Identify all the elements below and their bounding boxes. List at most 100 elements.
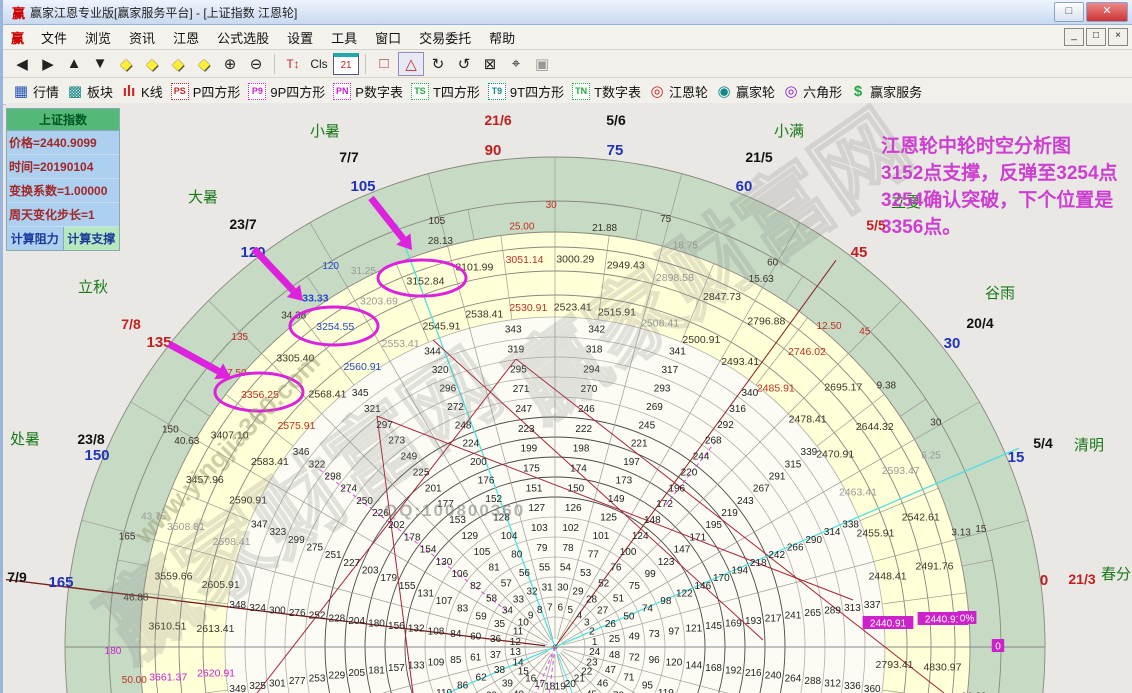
xbox-icon[interactable]: ⊠ <box>478 53 502 75</box>
tool-p-table-icon: PN <box>333 83 351 100</box>
svg-text:151: 151 <box>526 483 543 494</box>
calendar-icon[interactable]: 21 <box>333 53 359 75</box>
down-tri-icon[interactable]: ▼ <box>88 53 112 75</box>
cls-button[interactable]: Cls <box>307 53 331 75</box>
svg-text:349: 349 <box>229 684 246 693</box>
svg-text:193: 193 <box>745 616 762 627</box>
tool-9p-square-button[interactable]: P99P四方形 <box>248 82 325 101</box>
screen-icon[interactable]: ▣ <box>530 53 554 75</box>
menu-item-窗口[interactable]: 窗口 <box>366 26 410 49</box>
svg-text:123: 123 <box>658 557 675 568</box>
square-tool-icon[interactable]: □ <box>372 53 396 75</box>
svg-text:223: 223 <box>518 424 535 435</box>
t-updown-icon[interactable]: T↕ <box>281 53 305 75</box>
svg-text:242: 242 <box>768 550 785 561</box>
diamond-down-icon[interactable]: ◆ <box>192 53 216 75</box>
svg-text:77: 77 <box>588 550 600 561</box>
panel-title: 上证指数 <box>7 109 119 131</box>
mdi-close-button[interactable]: × <box>1108 28 1128 46</box>
svg-text:264: 264 <box>785 673 802 684</box>
menu-item-资讯[interactable]: 资讯 <box>120 26 164 49</box>
panel-row-0: 价格=2440.9099 <box>7 131 119 155</box>
svg-text:32: 32 <box>526 587 538 598</box>
tool-t-square-button[interactable]: TST四方形 <box>411 82 480 101</box>
tool-9t-square-button[interactable]: T99T四方形 <box>488 82 564 101</box>
diamond-left-icon[interactable]: ◆ <box>114 53 138 75</box>
svg-text:23/8: 23/8 <box>77 431 104 447</box>
svg-text:337: 337 <box>864 600 881 611</box>
svg-text:125: 125 <box>600 513 617 524</box>
svg-text:291: 291 <box>769 472 786 483</box>
tool-kline-icon: ılı <box>121 84 137 99</box>
svg-text:2463.41: 2463.41 <box>839 487 877 499</box>
svg-text:40.63: 40.63 <box>174 436 199 447</box>
menu-item-文件[interactable]: 文件 <box>32 26 76 49</box>
svg-text:266: 266 <box>787 543 804 554</box>
svg-text:31.25: 31.25 <box>351 266 376 277</box>
svg-text:120: 120 <box>322 261 339 272</box>
svg-text:192: 192 <box>725 665 742 676</box>
svg-text:0: 0 <box>995 642 1001 653</box>
menu-item-江恩[interactable]: 江恩 <box>164 26 208 49</box>
tool-p-table-button[interactable]: PNP数字表 <box>333 82 403 101</box>
tool-sectors-button[interactable]: ▩板块 <box>67 82 113 101</box>
diamond-up-icon[interactable]: ◆ <box>166 53 190 75</box>
tool-gann-wheel-button[interactable]: ◎江恩轮 <box>649 82 708 101</box>
up-tri-icon[interactable]: ▲ <box>62 53 86 75</box>
tool-9p-square-label: 9P四方形 <box>270 82 325 101</box>
menu-item-帮助[interactable]: 帮助 <box>480 26 524 49</box>
svg-text:20/4: 20/4 <box>966 315 993 331</box>
center-target-icon[interactable]: ⌖ <box>504 53 528 75</box>
zoom-in-icon[interactable]: ⊕ <box>218 53 242 75</box>
restore-button[interactable]: □ <box>1054 2 1084 22</box>
svg-text:105: 105 <box>429 216 446 227</box>
mdi-restore-button[interactable]: □ <box>1086 28 1106 46</box>
diamond-right-icon[interactable]: ◆ <box>140 53 164 75</box>
svg-text:149: 149 <box>608 494 625 505</box>
menu-item-交易委托[interactable]: 交易委托 <box>410 26 480 49</box>
prev-icon[interactable]: ◀ <box>10 53 34 75</box>
calc-support-button[interactable]: 计算支撑 <box>64 227 120 250</box>
svg-text:2: 2 <box>589 627 595 638</box>
close-button[interactable]: ✕ <box>1086 2 1128 22</box>
triangle-tool-icon[interactable]: △ <box>398 52 424 76</box>
svg-text:80: 80 <box>511 550 523 561</box>
tool-t-table-button[interactable]: TNT数字表 <box>572 82 641 101</box>
svg-text:33.33: 33.33 <box>302 292 328 304</box>
menu-item-公式选股[interactable]: 公式选股 <box>208 26 278 49</box>
calc-resistance-button[interactable]: 计算阻力 <box>7 227 64 250</box>
svg-text:312: 312 <box>824 679 841 690</box>
svg-text:244: 244 <box>693 452 710 463</box>
svg-text:300: 300 <box>269 605 286 616</box>
rotate-cw-icon[interactable]: ↻ <box>426 53 450 75</box>
svg-text:216: 216 <box>745 668 762 679</box>
menu-item-浏览[interactable]: 浏览 <box>76 26 120 49</box>
annotation-line: 3356点。 <box>881 214 1132 241</box>
svg-text:3203.69: 3203.69 <box>360 295 398 307</box>
tool-p-square-button[interactable]: PSP四方形 <box>171 82 241 101</box>
svg-text:2538.41: 2538.41 <box>465 308 503 320</box>
svg-text:339: 339 <box>801 447 818 458</box>
svg-text:316: 316 <box>729 404 746 415</box>
svg-text:75: 75 <box>629 581 641 592</box>
svg-text:61: 61 <box>470 652 482 663</box>
svg-text:220: 220 <box>681 467 698 478</box>
svg-text:301: 301 <box>269 679 286 690</box>
svg-text:34: 34 <box>502 605 514 616</box>
rotate-ccw-icon[interactable]: ↺ <box>452 53 476 75</box>
zoom-out-icon[interactable]: ⊖ <box>244 53 268 75</box>
svg-text:130: 130 <box>436 557 453 568</box>
tool-quotes-button[interactable]: ▦行情 <box>13 82 59 101</box>
svg-text:57: 57 <box>501 579 513 590</box>
tool-winner-wheel-button[interactable]: ◉赢家轮 <box>716 82 775 101</box>
tool-sectors-label: 板块 <box>87 82 113 101</box>
svg-text:28.13: 28.13 <box>428 236 453 247</box>
svg-text:23/7: 23/7 <box>229 216 256 232</box>
tool-winner-service-label: 赢家服务 <box>870 82 922 101</box>
menu-item-设置[interactable]: 设置 <box>278 26 322 49</box>
tool-kline-button[interactable]: ılıK线 <box>121 82 163 101</box>
mdi-minimize-button[interactable]: _ <box>1064 28 1084 46</box>
menu-item-工具[interactable]: 工具 <box>322 26 366 49</box>
svg-text:107: 107 <box>436 596 453 607</box>
next-icon[interactable]: ▶ <box>36 53 60 75</box>
